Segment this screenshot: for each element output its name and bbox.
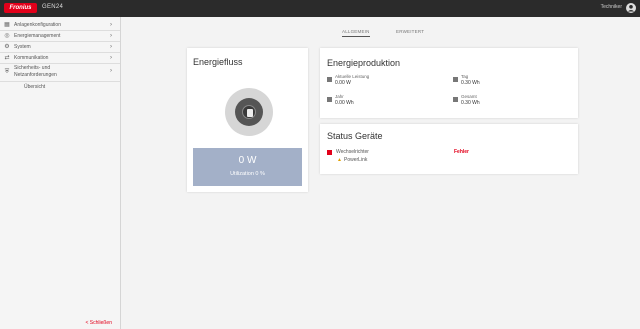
- sidebar-item-system[interactable]: ⚙ System ›: [0, 42, 120, 53]
- sub-device-name: PowerLink: [344, 157, 368, 163]
- close-sidebar-button[interactable]: < Schließen: [85, 320, 112, 326]
- chevron-right-icon: ›: [110, 33, 112, 39]
- energieproduktion-card: Energieproduktion Aktuelle Leistung 0.00…: [320, 48, 578, 118]
- shield-icon: ⛨: [4, 69, 10, 75]
- warning-icon: ▲: [337, 157, 342, 163]
- sidebar-item-energiemanagement[interactable]: ◎ Energiemanagement ›: [0, 31, 120, 42]
- tab-erweitert[interactable]: ERWEITERT: [396, 29, 424, 34]
- product-name: GEN24: [42, 4, 64, 10]
- device-name: Wechselrichter: [336, 149, 369, 155]
- energiefluss-card: Energiefluss 0 W Utilization 0 %: [187, 48, 308, 192]
- device-status: Fehler: [454, 149, 470, 155]
- chevron-right-icon: ›: [110, 22, 112, 28]
- sidebar-item-kommunikation[interactable]: ⇄ Kommunikation ›: [0, 53, 120, 64]
- sidebar-item-sicherheit[interactable]: ⛨ Sicherheits- und Netzanforderungen ›: [0, 64, 120, 82]
- tab-allgemein[interactable]: ALLGEMEIN: [342, 29, 370, 37]
- calendar-icon: [327, 97, 332, 102]
- status-geraete-title: Status Geräte: [327, 131, 383, 141]
- fronius-logo[interactable]: Fronius: [4, 3, 37, 13]
- error-indicator-icon: [327, 150, 332, 155]
- sidebar: ▦ Anlagenkonfiguration › ◎ Energiemanage…: [0, 17, 121, 329]
- energieproduktion-title: Energieproduktion: [327, 58, 401, 68]
- sidebar-item-label: Kommunikation: [14, 55, 49, 61]
- energy-flow-diagram: [225, 88, 273, 136]
- user-icon[interactable]: [626, 3, 636, 13]
- sidebar-item-label-line2: Netzanforderungen: [14, 72, 57, 78]
- network-icon: ⇄: [4, 55, 10, 61]
- status-geraete-card: Status Geräte Wechselrichter Fehler ▲ Po…: [320, 124, 578, 174]
- sidebar-item-label-line1: Sicherheits- und: [14, 65, 51, 71]
- inverter-node[interactable]: [242, 105, 256, 119]
- energiefluss-title: Energiefluss: [193, 57, 243, 67]
- utilization-value: Utilization 0 %: [230, 171, 265, 177]
- sidebar-item-label: System: [14, 44, 31, 50]
- sidebar-item-label: Energiemanagement: [14, 33, 61, 39]
- sidebar-item-label: Anlagenkonfiguration: [14, 22, 61, 28]
- chevron-right-icon: ›: [110, 55, 112, 61]
- gear-icon: ⚙: [4, 44, 10, 50]
- inverter-icon: [247, 109, 253, 117]
- top-bar: Fronius GEN24 Techniker: [0, 0, 640, 17]
- calendar-icon: [453, 97, 458, 102]
- chevron-right-icon: ›: [110, 68, 112, 74]
- energy-icon: ◎: [4, 33, 10, 39]
- chevron-right-icon: ›: [110, 44, 112, 50]
- power-icon: [327, 77, 332, 82]
- sidebar-subitem-uebersicht[interactable]: Übersicht: [0, 82, 120, 92]
- sidebar-item-anlagenkonfiguration[interactable]: ▦ Anlagenkonfiguration ›: [0, 20, 120, 31]
- power-summary-box: 0 W Utilization 0 %: [193, 148, 302, 186]
- calendar-icon: [453, 77, 458, 82]
- grid-icon: ▦: [4, 22, 10, 28]
- current-power-value: 0 W: [238, 155, 257, 166]
- user-role-label[interactable]: Techniker: [601, 4, 622, 10]
